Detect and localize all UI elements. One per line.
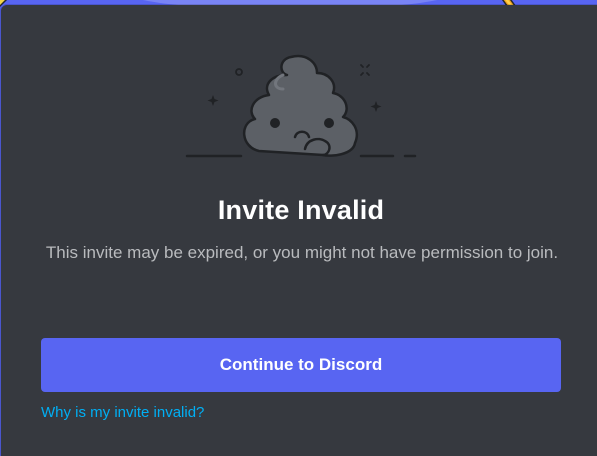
invite-help-link[interactable]: Why is my invite invalid?	[41, 404, 204, 421]
invite-modal: Invite Invalid This invite may be expire…	[1, 5, 597, 456]
continue-to-discord-button[interactable]: Continue to Discord	[41, 338, 561, 392]
modal-description: This invite may be expired, or you might…	[45, 243, 559, 262]
sad-poop-icon	[185, 54, 417, 158]
modal-title: Invite Invalid	[217, 195, 385, 225]
